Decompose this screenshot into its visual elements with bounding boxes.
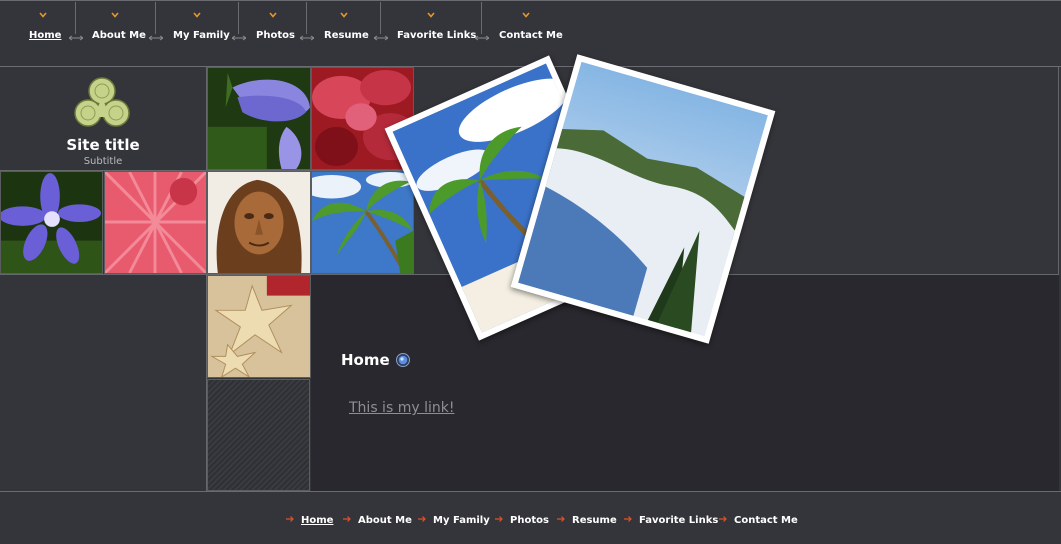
footer-link-photos[interactable]: Photos — [495, 515, 549, 526]
double-arrow-icon — [300, 35, 314, 41]
double-arrow-icon — [149, 35, 163, 41]
photo-tile-blue-flower[interactable] — [0, 171, 103, 274]
starfish-image — [208, 276, 310, 377]
footer-link-contact-me[interactable]: Contact Me — [719, 515, 798, 526]
site-title: Site title — [66, 136, 140, 154]
chevron-down-icon — [269, 12, 277, 18]
nav-separator — [232, 2, 246, 45]
nav-item-photos[interactable]: Photos — [256, 1, 295, 61]
top-navigation: Home About Me My Family Photos Resume Fa — [0, 0, 1061, 67]
bullet-icon — [396, 353, 410, 367]
chevron-down-icon — [340, 12, 348, 18]
photo-tile-purple-flower[interactable] — [207, 67, 311, 170]
nav-item-favorite-links[interactable]: Favorite Links — [397, 1, 476, 61]
footer-link-home[interactable]: Home — [286, 515, 333, 526]
arrow-right-icon — [624, 516, 632, 522]
footer-link-label: About Me — [358, 515, 412, 526]
photo-tile-pink-gerbera[interactable] — [104, 171, 207, 274]
footer-link-label: Home — [301, 515, 334, 526]
site-logo-block[interactable]: Site title Subtitle — [0, 67, 206, 171]
nav-separator — [149, 2, 163, 45]
nav-separator — [69, 2, 83, 45]
hatched-panel — [207, 379, 310, 491]
double-arrow-icon — [232, 35, 246, 41]
arrow-right-icon — [495, 516, 503, 522]
nav-item-label: About Me — [92, 30, 146, 41]
double-arrow-icon — [69, 35, 83, 41]
nav-item-about-me[interactable]: About Me — [92, 1, 146, 61]
nav-item-label: Resume — [324, 30, 369, 41]
footer-link-label: Photos — [510, 515, 549, 526]
nav-item-contact-me[interactable]: Contact Me — [499, 1, 563, 61]
nav-item-label: My Family — [173, 30, 230, 41]
double-arrow-icon — [475, 35, 489, 41]
arrow-right-icon — [719, 516, 727, 522]
blue-flower-image — [1, 172, 102, 273]
nav-item-label: Photos — [256, 30, 295, 41]
arrow-right-icon — [557, 516, 565, 522]
footer-link-label: Resume — [572, 515, 617, 526]
double-arrow-icon — [374, 35, 388, 41]
nav-separator — [475, 2, 489, 45]
footer-link-about-me[interactable]: About Me — [343, 515, 412, 526]
statue-image — [208, 172, 310, 273]
chevron-down-icon — [522, 12, 530, 18]
footer-navigation: Home About Me My Family Photos Resume Fa… — [0, 491, 1061, 544]
footer-link-my-family[interactable]: My Family — [418, 515, 490, 526]
pink-gerbera-image — [105, 172, 206, 273]
nav-separator — [300, 2, 314, 45]
content-link[interactable]: This is my link! — [349, 400, 454, 416]
footer-link-favorite-links[interactable]: Favorite Links — [624, 515, 718, 526]
nav-item-resume[interactable]: Resume — [324, 1, 369, 61]
nav-item-label: Home — [29, 30, 62, 41]
nav-item-label: Favorite Links — [397, 30, 477, 41]
footer-link-label: My Family — [433, 515, 490, 526]
chevron-down-icon — [39, 12, 47, 18]
arrow-right-icon — [418, 516, 426, 522]
photo-tile-palm[interactable] — [311, 171, 414, 274]
arrow-right-icon — [286, 516, 294, 522]
photo-tile-starfish[interactable] — [207, 275, 311, 378]
nav-item-label: Contact Me — [499, 30, 563, 41]
chevron-down-icon — [427, 12, 435, 18]
arrow-right-icon — [343, 516, 351, 522]
page-title: Home — [341, 351, 390, 369]
purple-flower-image — [208, 68, 310, 169]
nav-item-my-family[interactable]: My Family — [173, 1, 230, 61]
chevron-down-icon — [111, 12, 119, 18]
footer-link-label: Favorite Links — [639, 515, 719, 526]
footer-link-resume[interactable]: Resume — [557, 515, 617, 526]
photo-tile-statue[interactable] — [207, 171, 311, 274]
chevron-down-icon — [193, 12, 201, 18]
palm-tree-image — [312, 172, 413, 273]
footer-link-label: Contact Me — [734, 515, 798, 526]
trefoil-logo — [74, 77, 130, 127]
site-subtitle: Subtitle — [83, 156, 123, 167]
nav-separator — [374, 2, 388, 45]
nav-item-home[interactable]: Home — [29, 1, 61, 61]
